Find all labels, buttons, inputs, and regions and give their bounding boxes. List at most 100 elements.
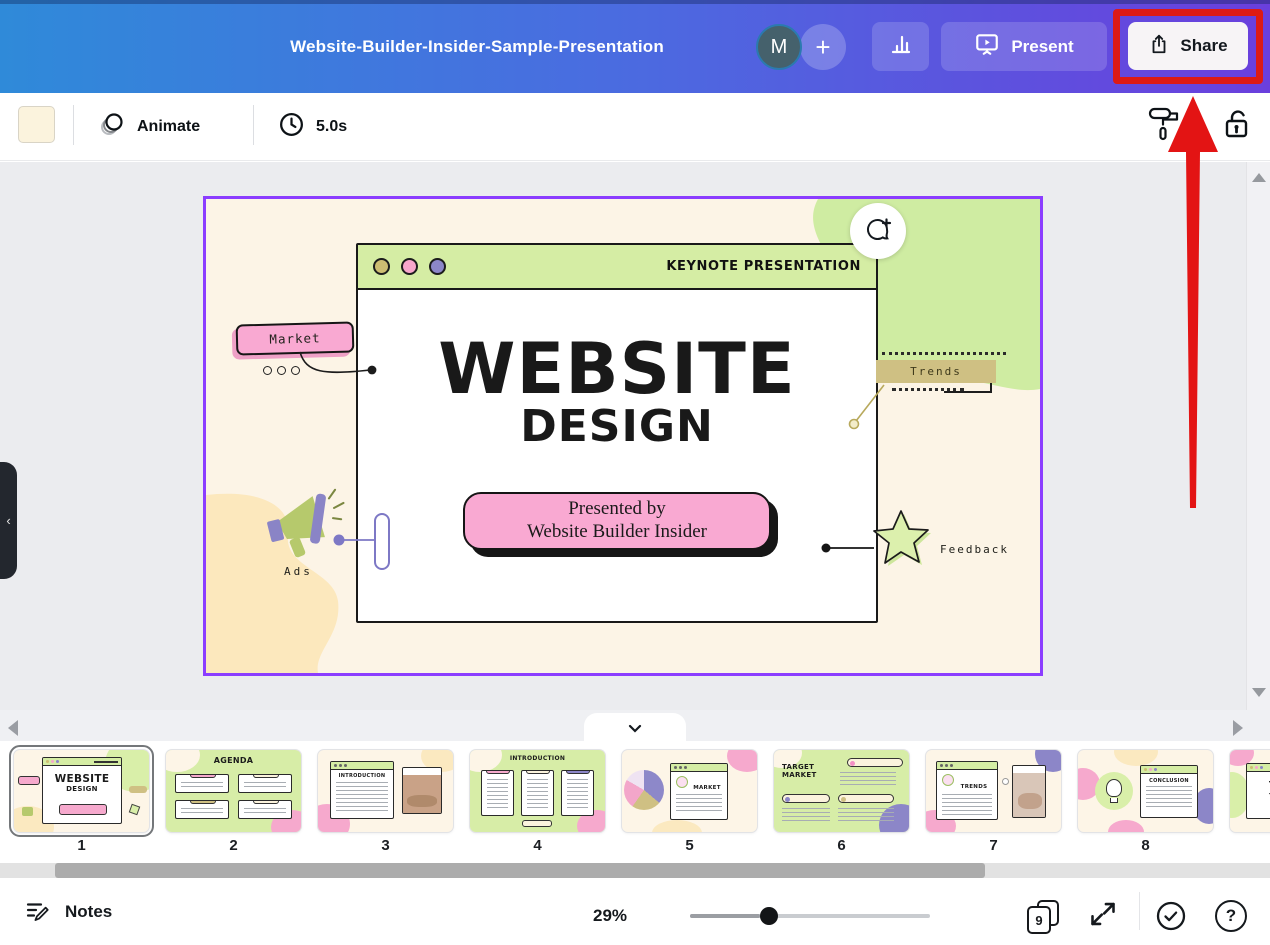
chevron-down-icon (626, 719, 644, 737)
thumbnail-art: INTRODUCTION (318, 750, 453, 832)
style-roller-button[interactable] (1146, 93, 1182, 160)
present-button[interactable]: Present (941, 22, 1107, 71)
zoom-slider-fill (690, 914, 760, 918)
mini-title: TARGET MARKET (782, 763, 842, 780)
unlock-icon (1221, 107, 1251, 146)
thumbnail-number: 1 (14, 837, 149, 854)
duration-button[interactable]: 5.0s (278, 93, 347, 160)
mini-star (129, 804, 141, 816)
slide-thumbnail-6[interactable]: TARGET MARKET (774, 750, 909, 832)
slide-thumbnail-5[interactable]: MARKET (622, 750, 757, 832)
mini-scribble (676, 776, 688, 788)
toolbar-divider (73, 105, 74, 145)
slide-thumbnail-7[interactable]: TRENDS (926, 750, 1061, 832)
thumbnail-number: 5 (622, 837, 757, 854)
mini-card: THANK YOU (1246, 763, 1270, 819)
mini-photo (1012, 765, 1046, 818)
mini-card: CONCLUSION (1140, 765, 1198, 818)
design-check-button[interactable] (1155, 900, 1187, 937)
vertical-scrollbar[interactable] (1246, 162, 1270, 710)
keynote-header-text: KEYNOTE PRESENTATION (666, 259, 861, 274)
slide-title-line2[interactable]: DESIGN (358, 404, 876, 450)
thumbnail-number: 4 (470, 837, 605, 854)
filmstrip-scroll-left-arrow[interactable] (8, 720, 18, 736)
slide-1-canvas[interactable]: KEYNOTE PRESENTATION WEBSITE DESIGN Pres… (203, 196, 1043, 676)
ads-label[interactable]: Ads (284, 565, 313, 578)
zoom-level-value[interactable]: 29% (575, 906, 645, 926)
editor-toolbar: Animate 5.0s (0, 93, 1270, 161)
mini-card: INTRODUCTION (330, 761, 394, 819)
zoom-slider-knob[interactable] (760, 907, 778, 925)
grid-view-button[interactable]: 9 (1027, 900, 1059, 934)
scroll-pill-shape[interactable] (374, 513, 390, 570)
paint-roller-icon (1146, 105, 1182, 148)
design-canvas: KEYNOTE PRESENTATION WEBSITE DESIGN Pres… (0, 162, 1270, 710)
share-label: Share (1180, 36, 1227, 56)
mini-bulb-badge (1095, 772, 1133, 810)
mini-dot (1002, 778, 1009, 785)
filmstrip-scrollbar-thumb[interactable] (55, 863, 985, 878)
feedback-label[interactable]: Feedback (940, 543, 1009, 556)
filmstrip-scrollbar-track[interactable] (0, 863, 1270, 878)
check-circle-icon (1155, 900, 1187, 932)
lock-button[interactable] (1221, 93, 1251, 160)
blob (166, 750, 200, 772)
zoom-slider[interactable] (690, 904, 930, 928)
mini-title: TRENDS (951, 784, 997, 790)
mini-subtitle: DESIGN (43, 785, 121, 793)
clock-icon (278, 111, 305, 143)
mini-pill (59, 804, 107, 815)
mini-pill (782, 794, 830, 803)
thumbnail-art: WEBSITE DESIGN (14, 750, 149, 832)
background-color-swatch[interactable] (18, 106, 55, 143)
slide-thumbnail-3[interactable]: INTRODUCTION (318, 750, 453, 832)
window-dot-pink (401, 258, 418, 275)
slide-thumbnail-8[interactable]: CONCLUSION (1078, 750, 1213, 832)
presented-by-pill[interactable]: Presented by Website Builder Insider (463, 492, 771, 550)
animate-button[interactable]: Animate (98, 93, 200, 160)
feedback-star[interactable] (866, 505, 932, 571)
slide-thumbnail-9[interactable]: THANK YOU (1230, 750, 1270, 832)
fullscreen-button[interactable] (1089, 900, 1117, 933)
collapse-filmstrip-button[interactable] (584, 713, 686, 742)
add-comment-button[interactable] (850, 203, 906, 259)
statusbar-divider (1139, 892, 1140, 930)
mini-card (521, 770, 554, 816)
insights-button[interactable] (872, 22, 929, 71)
sidebar-collapse-tab[interactable]: ‹ (0, 462, 17, 579)
comment-plus-icon (863, 216, 893, 246)
expand-icon (1089, 900, 1117, 928)
slide-title-line1[interactable]: WEBSITE (358, 334, 876, 404)
trends-label[interactable]: Trends (876, 360, 996, 383)
mini-text-lines (782, 808, 830, 822)
mini-card (238, 774, 292, 793)
slide-thumbnail-4[interactable]: INTRODUCTION (470, 750, 605, 832)
mini-card (561, 770, 594, 816)
share-button[interactable]: Share (1128, 22, 1248, 70)
notes-button[interactable]: Notes (24, 898, 112, 926)
mini-pill (838, 794, 894, 803)
bar-chart-icon (889, 32, 913, 61)
notes-icon (24, 898, 52, 926)
top-bar: Website-Builder-Insider-Sample-Presentat… (0, 0, 1270, 93)
blob (1114, 750, 1158, 766)
slide-thumbnail-2[interactable]: AGENDA (166, 750, 301, 832)
slide-browser-window[interactable]: KEYNOTE PRESENTATION WEBSITE DESIGN Pres… (356, 243, 878, 623)
blob (727, 750, 757, 772)
mini-card (175, 800, 229, 819)
scroll-down-arrow[interactable] (1252, 688, 1266, 697)
mini-pie-chart (624, 770, 664, 810)
browser-window-header: KEYNOTE PRESENTATION (358, 245, 876, 290)
toolbar-divider (253, 105, 254, 145)
presentation-title[interactable]: Website-Builder-Insider-Sample-Presentat… (170, 0, 784, 93)
help-button[interactable]: ? (1215, 900, 1247, 932)
filmstrip-scroll-right-arrow[interactable] (1233, 720, 1243, 736)
mini-card (481, 770, 514, 816)
avatar[interactable]: M (756, 24, 802, 70)
slide-filmstrip: WEBSITE DESIGN 1 AGENDA 2 (0, 710, 1270, 878)
add-member-button[interactable]: + (800, 24, 846, 70)
scroll-up-arrow[interactable] (1252, 173, 1266, 182)
market-connector-line (294, 349, 384, 379)
page-count-value: 9 (1027, 906, 1051, 934)
slide-thumbnail-1[interactable]: WEBSITE DESIGN (14, 750, 149, 832)
